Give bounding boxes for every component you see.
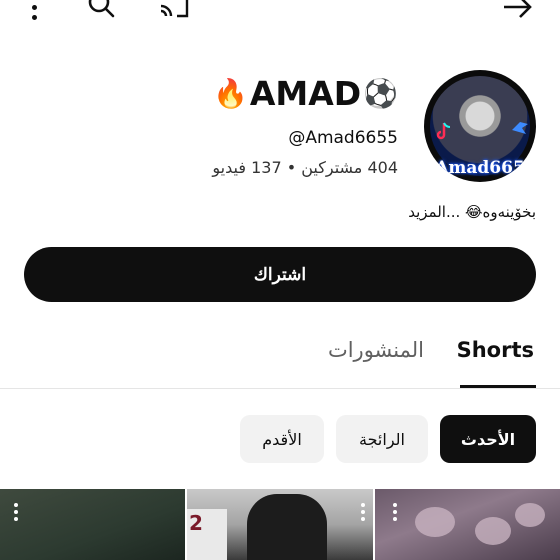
thumbnail-shape [515,503,545,527]
more-vertical-icon-dot [393,503,397,507]
more-vertical-icon-dot [393,517,397,521]
avatar-label: Amad665 [435,158,525,178]
cast-button[interactable] [156,0,192,22]
cast-icon [159,0,189,18]
channel-stats: 404 مشتركين • 137 فيديو [212,158,398,177]
arrow-right-icon [504,0,532,18]
soccer-ball-emoji: ⚽ [363,76,398,110]
filter-chip-oldest[interactable]: الأقدم [240,415,324,463]
channel-name-text: AMAD [249,74,362,113]
tabs-divider [0,388,560,389]
thumbnail-player [247,494,327,560]
more-vertical-icon-dot [31,14,37,20]
more-vertical-icon[interactable] [393,503,397,521]
more-vertical-icon-dot [31,4,37,10]
channel-avatar[interactable]: Amad665 [424,70,536,182]
fire-emoji: 🔥 [212,76,248,110]
bird-logo-icon [512,122,528,134]
search-icon [88,0,115,18]
channel-handle: @Amad6655 [288,128,398,148]
more-vertical-icon-dot [361,503,365,507]
more-vertical-icon-dot [14,517,18,521]
tab-posts[interactable]: المنشورات [328,338,424,362]
more-vertical-icon-dot [361,517,365,521]
more-vertical-icon-dot [393,510,397,514]
channel-name: 🔥 AMAD ⚽ [213,74,398,113]
tiktok-logo-icon [436,122,451,140]
thumbnail-shape [415,507,455,537]
back-button[interactable] [498,0,536,22]
more-vertical-icon-dot [14,503,18,507]
subscribe-button[interactable]: اشتراك [24,247,536,302]
filter-chip-popular[interactable]: الرائجة [336,415,428,463]
more-vertical-icon[interactable] [14,503,18,521]
more-vertical-icon[interactable] [361,503,365,521]
more-options-button[interactable] [22,0,46,22]
filter-chip-newest[interactable]: الأحدث [440,415,536,463]
channel-description[interactable]: بخۆينەوە😂 ...المزيد [408,203,536,221]
top-app-bar [0,0,560,30]
tab-shorts[interactable]: Shorts [457,338,534,362]
more-vertical-icon-dot [14,510,18,514]
short-thumbnail[interactable] [0,489,185,560]
thumbnail-overlay-text: 2 [189,511,203,535]
thumbnail-shape [475,517,511,545]
short-thumbnail[interactable]: 2 [187,489,373,560]
more-vertical-icon-dot [361,510,365,514]
search-button[interactable] [84,0,118,22]
short-thumbnail[interactable] [375,489,560,560]
